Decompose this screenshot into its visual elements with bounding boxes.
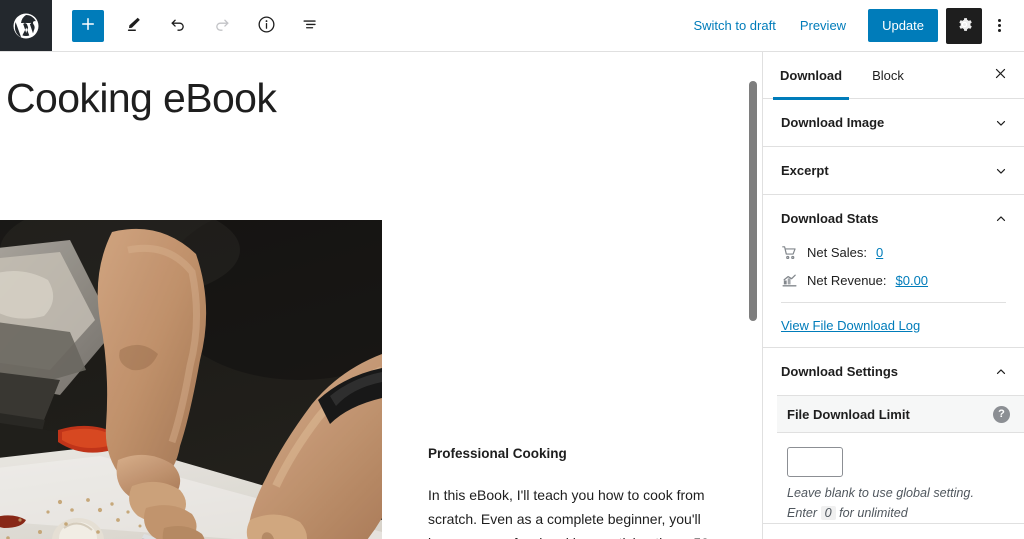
editor-body: Cooking eBook Professional Cooking In th… bbox=[0, 52, 1024, 539]
chart-icon bbox=[781, 272, 798, 289]
panel-excerpt-title: Excerpt bbox=[781, 163, 829, 178]
panel-download-stats-header[interactable]: Download Stats bbox=[763, 195, 1024, 242]
file-download-limit-hint: Leave blank to use global setting. Enter… bbox=[787, 484, 1002, 523]
block-inserter-button[interactable] bbox=[72, 9, 104, 42]
details-button[interactable] bbox=[248, 8, 284, 44]
editor-app: Switch to draft Preview Update Cooking e… bbox=[0, 0, 1024, 539]
close-icon bbox=[993, 66, 1008, 84]
settings-toggle-button[interactable] bbox=[946, 7, 982, 44]
help-icon[interactable]: ? bbox=[993, 405, 1010, 423]
file-download-limit-label: File Download Limit bbox=[787, 406, 910, 422]
toolbar-right-group: Switch to draft Preview Update bbox=[681, 0, 1024, 51]
file-download-limit-field-area: Leave blank to use global setting. Enter… bbox=[763, 433, 1024, 523]
hint-text-after: for unlimited bbox=[839, 505, 908, 520]
panel-excerpt: Excerpt bbox=[763, 147, 1024, 195]
stat-net-revenue-value[interactable]: $0.00 bbox=[896, 273, 929, 288]
editor-canvas-wrapper: Cooking eBook Professional Cooking In th… bbox=[0, 52, 762, 539]
list-view-icon bbox=[300, 14, 320, 37]
chevron-up-icon bbox=[994, 212, 1008, 226]
panel-download-image: Download Image bbox=[763, 99, 1024, 147]
chevron-up-icon bbox=[994, 365, 1008, 379]
content-paragraph[interactable]: In this eBook, I'll teach you how to coo… bbox=[428, 483, 744, 539]
redo-button[interactable] bbox=[204, 8, 240, 44]
editor-canvas[interactable]: Cooking eBook Professional Cooking In th… bbox=[0, 52, 762, 539]
post-content-column: Professional Cooking In this eBook, I'll… bbox=[428, 444, 744, 539]
plus-icon bbox=[79, 15, 97, 36]
panel-download-settings: Download Settings File Download Limit ? … bbox=[763, 348, 1024, 525]
wordpress-logo-icon bbox=[11, 11, 41, 41]
featured-image-block[interactable]: Write title... bbox=[0, 220, 382, 539]
tools-button[interactable] bbox=[116, 8, 152, 44]
undo-button[interactable] bbox=[160, 8, 196, 44]
pencil-icon bbox=[124, 14, 144, 37]
file-download-limit-row: File Download Limit ? bbox=[777, 395, 1024, 433]
panel-download-stats-title: Download Stats bbox=[781, 211, 879, 226]
file-download-limit-input[interactable] bbox=[787, 447, 843, 477]
content-heading[interactable]: Professional Cooking bbox=[428, 444, 744, 464]
editor-toolbar: Switch to draft Preview Update bbox=[0, 0, 1024, 52]
stat-net-sales-value[interactable]: 0 bbox=[876, 245, 883, 260]
close-sidebar-button[interactable] bbox=[984, 59, 1016, 91]
wordpress-logo-button[interactable] bbox=[0, 0, 52, 51]
view-file-download-log-link[interactable]: View File Download Log bbox=[781, 318, 920, 333]
preview-button[interactable]: Preview bbox=[788, 11, 858, 40]
post-title[interactable]: Cooking eBook bbox=[0, 52, 762, 123]
hint-code-value: 0 bbox=[820, 505, 836, 520]
stats-divider bbox=[781, 302, 1006, 303]
settings-sidebar: Download Block Download Image Excerpt Do… bbox=[762, 52, 1024, 539]
update-button[interactable]: Update bbox=[868, 9, 938, 42]
toolbar-left-group bbox=[52, 0, 328, 51]
panel-download-settings-title: Download Settings bbox=[781, 364, 898, 379]
panel-download-image-header[interactable]: Download Image bbox=[763, 99, 1024, 146]
panel-download-stats: Download Stats Net Sales: 0 Net Revenue:… bbox=[763, 195, 1024, 348]
canvas-scrollbar-thumb[interactable] bbox=[749, 81, 757, 321]
chevron-down-icon bbox=[994, 116, 1008, 130]
download-stats-body: Net Sales: 0 Net Revenue: $0.00 View Fil… bbox=[763, 244, 1024, 347]
canvas-scrollbar[interactable] bbox=[748, 52, 762, 539]
tab-block[interactable]: Block bbox=[857, 52, 919, 99]
panel-excerpt-header[interactable]: Excerpt bbox=[763, 147, 1024, 194]
tab-download[interactable]: Download bbox=[765, 52, 857, 100]
list-view-button[interactable] bbox=[292, 8, 328, 44]
undo-icon bbox=[168, 14, 188, 37]
switch-to-draft-button[interactable]: Switch to draft bbox=[681, 11, 787, 40]
more-options-button[interactable] bbox=[982, 8, 1016, 44]
redo-icon bbox=[212, 14, 232, 37]
info-icon bbox=[256, 14, 277, 38]
stat-net-sales: Net Sales: 0 bbox=[781, 244, 1006, 261]
stat-net-revenue: Net Revenue: $0.00 bbox=[781, 272, 1006, 289]
cart-icon bbox=[781, 244, 798, 261]
panel-download-settings-header[interactable]: Download Settings bbox=[763, 348, 1024, 395]
sidebar-tablist: Download Block bbox=[763, 52, 1024, 100]
gear-icon bbox=[956, 16, 973, 36]
stat-net-sales-label: Net Sales: bbox=[807, 245, 867, 260]
stat-net-revenue-label: Net Revenue: bbox=[807, 273, 887, 288]
kebab-menu-icon bbox=[997, 18, 1001, 33]
chevron-down-icon bbox=[994, 164, 1008, 178]
panel-download-image-title: Download Image bbox=[781, 115, 885, 130]
